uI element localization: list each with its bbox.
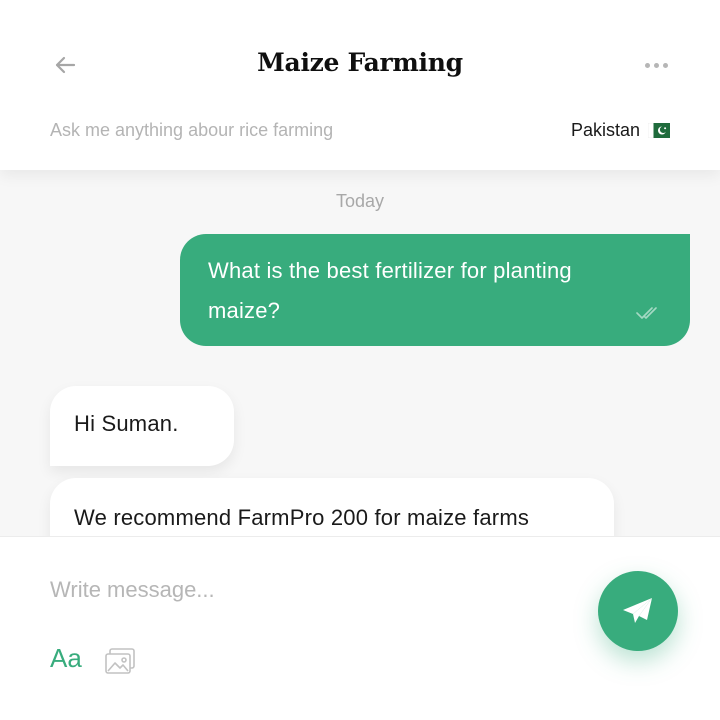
message-list[interactable]: Today What is the best fertilizer for pl…	[0, 170, 720, 536]
more-horizontal-icon	[644, 62, 650, 68]
double-check-icon	[636, 307, 657, 319]
incoming-message[interactable]: We recommend FarmPro 200 for maize farms	[50, 478, 614, 536]
chat-subtitle: Ask me anything abour rice farming	[50, 120, 334, 140]
incoming-message[interactable]: Hi Suman.	[50, 386, 234, 466]
country-selector[interactable]: Pakistan	[571, 120, 670, 141]
country-label: Pakistan	[570, 120, 640, 140]
page-title: Maize Farming	[257, 48, 463, 77]
message-text: We recommend FarmPro 200 for maize farms	[74, 505, 530, 530]
send-button[interactable]	[598, 571, 678, 651]
message-input[interactable]	[50, 573, 550, 607]
date-separator: Today	[335, 191, 385, 211]
text-format-button[interactable]: Aa	[50, 643, 82, 674]
outgoing-message[interactable]: What is the best fertilizer for planting…	[180, 234, 690, 346]
paper-plane-icon	[623, 598, 652, 623]
message-text: What is the best fertilizer for planting…	[208, 258, 572, 323]
pakistan-flag-icon	[648, 123, 670, 138]
message-composer: Aa	[0, 536, 720, 720]
image-icon[interactable]	[104, 647, 136, 675]
chat-screen: Maize Farming Ask me anything abour rice…	[0, 0, 720, 720]
more-options-button[interactable]	[640, 54, 672, 76]
message-text: Hi Suman.	[74, 411, 179, 436]
chat-header: Maize Farming Ask me anything abour rice…	[0, 0, 720, 170]
